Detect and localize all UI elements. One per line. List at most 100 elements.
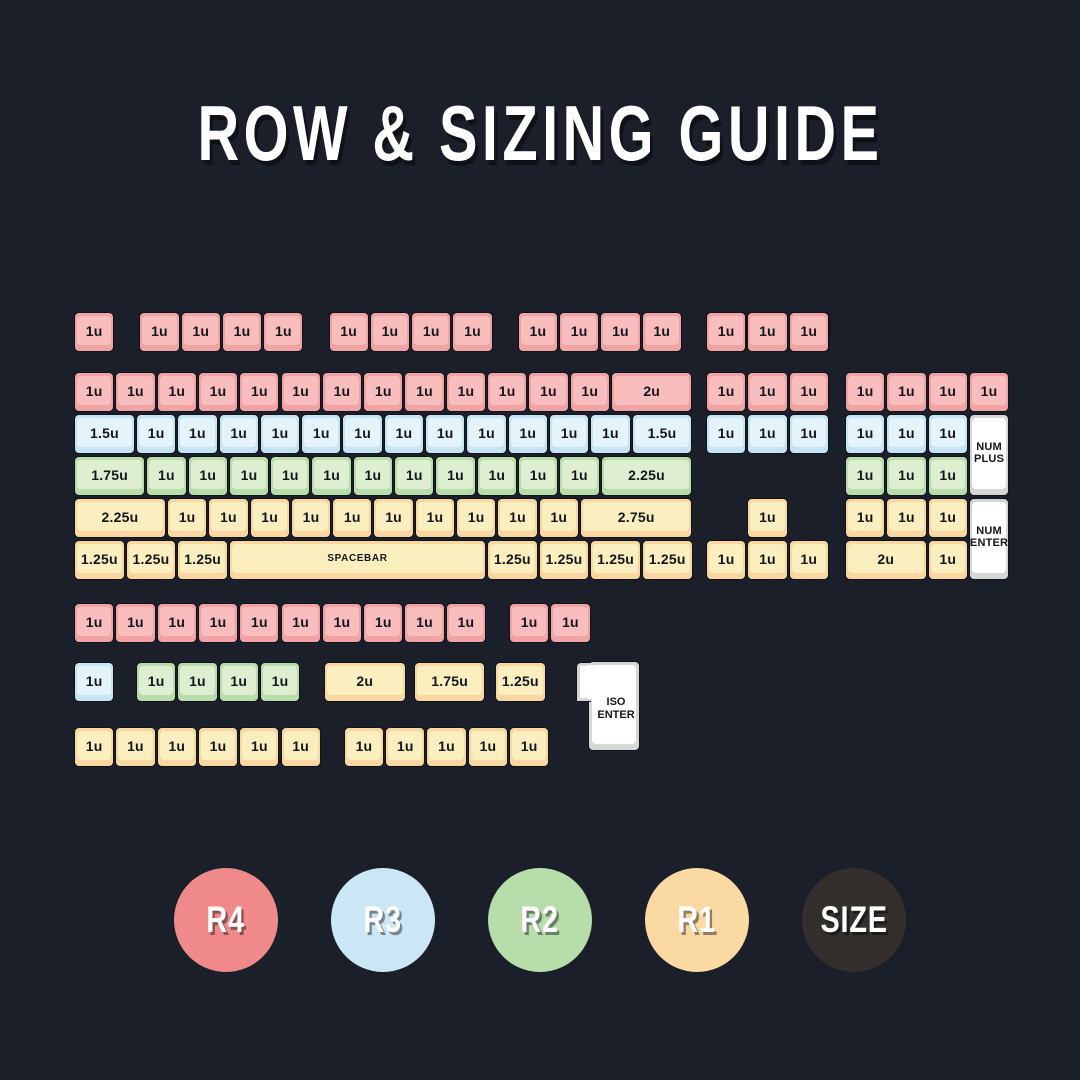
- keycap-main[interactable]: 1u: [456, 498, 497, 538]
- keycap-extra[interactable]: 1u: [509, 727, 550, 767]
- keycap-main[interactable]: 1u: [394, 456, 435, 496]
- keycap-arrow-up[interactable]: 1u: [747, 498, 788, 538]
- keycap-extra[interactable]: 1u: [509, 603, 550, 643]
- keycap-extra[interactable]: 1u: [74, 603, 115, 643]
- keycap-extra[interactable]: 1u: [218, 662, 259, 702]
- keycap-main[interactable]: 1u: [332, 498, 373, 538]
- keycap-fn[interactable]: 1u: [263, 312, 304, 352]
- keycap-extra[interactable]: 1u: [385, 727, 426, 767]
- keycap-main[interactable]: 1u: [404, 372, 445, 412]
- keycap-main[interactable]: 1u: [487, 372, 528, 412]
- keycap-arrow[interactable]: 1u: [706, 540, 747, 580]
- keycap-main[interactable]: 1u: [383, 414, 425, 454]
- legend-item-r4[interactable]: R4: [174, 868, 278, 972]
- keycap-num-plus[interactable]: NUM PLUS: [968, 414, 1010, 496]
- keycap-extra[interactable]: 1u: [115, 727, 156, 767]
- keycap-main[interactable]: 1u: [590, 414, 631, 454]
- legend-item-size[interactable]: SIZE: [802, 868, 906, 972]
- keycap-numpad[interactable]: 1u: [845, 414, 886, 454]
- keycap-main[interactable]: 1u: [548, 414, 590, 454]
- keycap-main[interactable]: 1.25u: [487, 540, 538, 580]
- keycap-main[interactable]: 1u: [373, 498, 414, 538]
- keycap-extra[interactable]: 1u: [74, 727, 115, 767]
- keycap-nav[interactable]: 1u: [706, 372, 747, 412]
- keycap-numpad[interactable]: 2u: [845, 540, 927, 580]
- keycap-numpad[interactable]: 1u: [886, 372, 927, 412]
- keycap-main[interactable]: 1.5u: [631, 414, 693, 454]
- keycap-fn[interactable]: 1u: [328, 312, 369, 352]
- keycap-main[interactable]: 1u: [218, 414, 259, 454]
- keycap-main[interactable]: 1u: [497, 498, 538, 538]
- keycap-main[interactable]: 1u: [559, 456, 600, 496]
- keycap-main[interactable]: 1u: [517, 456, 559, 496]
- keycap-main[interactable]: 1u: [425, 414, 466, 454]
- keycap-main[interactable]: 1u: [507, 414, 548, 454]
- keycap-main[interactable]: 1u: [146, 456, 187, 496]
- keycap-main[interactable]: 1u: [445, 372, 486, 412]
- keycap-main[interactable]: 1u: [280, 372, 321, 412]
- keycap-extra[interactable]: 1u: [426, 727, 467, 767]
- keycap-fn[interactable]: 1u: [74, 312, 115, 352]
- keycap-main[interactable]: 2.25u: [600, 456, 693, 496]
- keycap-extra[interactable]: 1u: [197, 603, 239, 643]
- keycap-main[interactable]: 1.25u: [74, 540, 125, 580]
- keycap-main[interactable]: 1u: [538, 498, 579, 538]
- keycap-numpad[interactable]: 1u: [886, 498, 927, 538]
- keycap-main[interactable]: 1u: [363, 372, 404, 412]
- keycap-fn[interactable]: 1u: [369, 312, 411, 352]
- keycap-extra[interactable]: 1u: [404, 603, 445, 643]
- keycap-numpad[interactable]: 1u: [927, 540, 968, 580]
- keycap-numpad[interactable]: 1u: [886, 414, 927, 454]
- keycap-nav[interactable]: 1u: [706, 414, 747, 454]
- keycap-fn[interactable]: 1u: [180, 312, 221, 352]
- keycap-extra[interactable]: 1u: [280, 727, 321, 767]
- keycap-fn[interactable]: 1u: [600, 312, 641, 352]
- keycap-main[interactable]: 1.25u: [538, 540, 590, 580]
- keycap-main[interactable]: 2u: [610, 372, 693, 412]
- keycap-main[interactable]: 1.5u: [74, 414, 135, 454]
- keycap-main[interactable]: 1.25u: [177, 540, 228, 580]
- keycap-main[interactable]: 1u: [239, 372, 280, 412]
- keycap-main[interactable]: 1u: [466, 414, 507, 454]
- keycap-nav[interactable]: 1u: [706, 312, 747, 352]
- legend-item-r3[interactable]: R3: [331, 868, 435, 972]
- keycap-main[interactable]: 1u: [342, 414, 383, 454]
- keycap-num-enter[interactable]: NUM ENTER: [968, 498, 1010, 580]
- keycap-numpad[interactable]: 1u: [845, 456, 886, 496]
- keycap-numpad[interactable]: 1u: [927, 456, 968, 496]
- keycap-nav[interactable]: 1u: [747, 372, 788, 412]
- keycap-extra[interactable]: 1u: [197, 727, 239, 767]
- keycap-main[interactable]: 1u: [177, 414, 218, 454]
- keycap-main[interactable]: 1.25u: [590, 540, 641, 580]
- keycap-extra[interactable]: 1u: [467, 727, 508, 767]
- keycap-main[interactable]: 1u: [476, 456, 517, 496]
- keycap-extra[interactable]: 1u: [321, 603, 363, 643]
- keycap-extra[interactable]: 1u: [239, 603, 280, 643]
- keycap-main[interactable]: 1u: [259, 414, 301, 454]
- keycap-extra[interactable]: 1u: [177, 662, 218, 702]
- keycap-main[interactable]: 1u: [290, 498, 332, 538]
- keycap-fn[interactable]: 1u: [139, 312, 180, 352]
- keycap-extra[interactable]: 1.75u: [414, 662, 486, 702]
- keycap-main[interactable]: 1u: [528, 372, 569, 412]
- keycap-extra[interactable]: 1u: [136, 662, 177, 702]
- keycap-extra[interactable]: 1u: [74, 662, 115, 702]
- keycap-extra[interactable]: 1u: [156, 603, 197, 643]
- keycap-extra[interactable]: 2u: [324, 662, 406, 702]
- keycap-main[interactable]: 1u: [156, 372, 197, 412]
- keycap-extra[interactable]: 1u: [156, 727, 197, 767]
- keycap-fn[interactable]: 1u: [221, 312, 263, 352]
- keycap-extra[interactable]: 1u: [115, 603, 156, 643]
- keycap-numpad[interactable]: 1u: [886, 456, 927, 496]
- keycap-nav[interactable]: 1u: [788, 414, 829, 454]
- keycap-fn[interactable]: 1u: [559, 312, 600, 352]
- keycap-numpad[interactable]: 1u: [968, 372, 1010, 412]
- keycap-fn[interactable]: 1u: [411, 312, 452, 352]
- keycap-numpad[interactable]: 1u: [845, 372, 886, 412]
- legend-item-r1[interactable]: R1: [645, 868, 749, 972]
- keycap-extra[interactable]: 1u: [259, 662, 301, 702]
- keycap-fn[interactable]: 1u: [641, 312, 682, 352]
- keycap-main[interactable]: 1.75u: [74, 456, 146, 496]
- keycap-main[interactable]: 1u: [435, 456, 476, 496]
- keycap-extra[interactable]: 1u: [280, 603, 321, 643]
